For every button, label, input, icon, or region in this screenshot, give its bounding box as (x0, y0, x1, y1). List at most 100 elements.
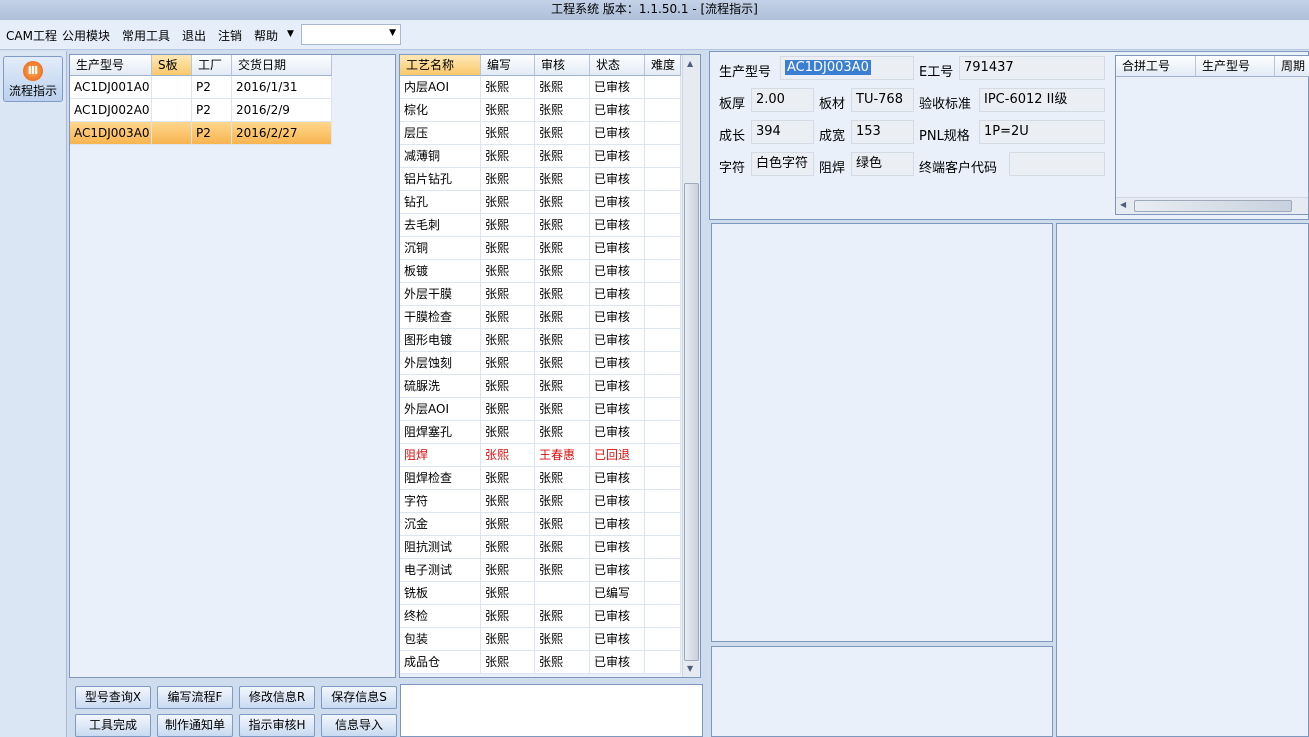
table-cell[interactable]: 已审核 (590, 306, 645, 329)
table-cell[interactable]: P2 (192, 122, 232, 145)
col-author[interactable]: 编写 (481, 55, 535, 76)
table-cell[interactable]: 阻焊检查 (400, 467, 481, 490)
table-cell[interactable]: 张熙 (481, 651, 535, 674)
table-row[interactable]: 板镀 张熙 张熙 已审核 (400, 260, 681, 283)
table-cell[interactable]: 张熙 (535, 237, 590, 260)
table-row[interactable]: 去毛刺 张熙 张熙 已审核 (400, 214, 681, 237)
length-field[interactable]: 394 (751, 120, 814, 144)
table-cell[interactable] (645, 191, 681, 214)
col-merge-model[interactable]: 生产型号 (1196, 56, 1275, 77)
table-cell[interactable]: 已审核 (590, 168, 645, 191)
table-cell[interactable]: 张熙 (481, 99, 535, 122)
menu-overflow-arrow-icon[interactable]: ▼ (287, 29, 294, 39)
character-field[interactable]: 白色字符 (751, 152, 814, 176)
table-cell[interactable]: 2016/1/31 (232, 76, 332, 99)
table-cell[interactable]: 已审核 (590, 99, 645, 122)
table-cell[interactable] (645, 352, 681, 375)
table-cell[interactable]: AC1DJ001A0 (70, 76, 152, 99)
table-cell[interactable]: 已审核 (590, 76, 645, 99)
width-field[interactable]: 153 (851, 120, 914, 144)
table-row[interactable]: AC1DJ001A0 P2 2016/1/31 (70, 76, 332, 99)
table-cell[interactable] (645, 99, 681, 122)
col-delivery-date[interactable]: 交货日期 (232, 55, 332, 76)
table-cell[interactable]: 已审核 (590, 283, 645, 306)
table-cell[interactable]: 张熙 (481, 237, 535, 260)
table-cell[interactable]: 张熙 (481, 260, 535, 283)
table-cell[interactable]: 张熙 (535, 651, 590, 674)
table-cell[interactable] (152, 122, 192, 145)
table-cell[interactable]: 张熙 (481, 467, 535, 490)
table-cell[interactable]: 字符 (400, 490, 481, 513)
table-row[interactable]: 沉金 张熙 张熙 已审核 (400, 513, 681, 536)
table-cell[interactable] (645, 375, 681, 398)
table-cell[interactable]: 铝片钻孔 (400, 168, 481, 191)
table-cell[interactable]: 已审核 (590, 375, 645, 398)
table-cell[interactable] (645, 122, 681, 145)
table-row[interactable]: 沉铜 张熙 张熙 已审核 (400, 237, 681, 260)
table-row[interactable]: 钻孔 张熙 张熙 已审核 (400, 191, 681, 214)
table-cell[interactable] (645, 168, 681, 191)
table-cell[interactable]: 已审核 (590, 145, 645, 168)
table-row[interactable]: 阻焊塞孔 张熙 张熙 已审核 (400, 421, 681, 444)
table-cell[interactable] (645, 260, 681, 283)
table-cell[interactable]: 张熙 (535, 559, 590, 582)
menu-help[interactable]: 帮助 (254, 27, 278, 44)
table-cell[interactable]: 沉铜 (400, 237, 481, 260)
standard-field[interactable]: IPC-6012 II级 (979, 88, 1105, 112)
table-cell[interactable]: 张熙 (535, 168, 590, 191)
save-info-button[interactable]: 保存信息S (321, 686, 397, 709)
table-cell[interactable]: 张熙 (535, 421, 590, 444)
table-cell[interactable] (645, 559, 681, 582)
scroll-thumb[interactable] (684, 183, 699, 661)
table-cell[interactable]: 张熙 (481, 191, 535, 214)
table-cell[interactable] (645, 214, 681, 237)
table-cell[interactable]: 层压 (400, 122, 481, 145)
table-row[interactable]: 外层蚀刻 张熙 张熙 已审核 (400, 352, 681, 375)
table-cell[interactable]: 已审核 (590, 237, 645, 260)
menu-cam[interactable]: CAM工程 (6, 27, 57, 44)
table-cell[interactable] (645, 398, 681, 421)
table-cell[interactable] (535, 582, 590, 605)
table-cell[interactable]: 已审核 (590, 536, 645, 559)
table-cell[interactable]: 已审核 (590, 352, 645, 375)
table-cell[interactable]: 张熙 (535, 191, 590, 214)
table-row[interactable]: 干膜检查 张熙 张熙 已审核 (400, 306, 681, 329)
make-notice-button[interactable]: 制作通知单 (157, 714, 233, 737)
table-cell[interactable]: 张熙 (535, 536, 590, 559)
table-cell[interactable] (645, 605, 681, 628)
menu-logout[interactable]: 注销 (218, 27, 242, 44)
table-cell[interactable]: 沉金 (400, 513, 481, 536)
col-s-board[interactable]: S板 (152, 55, 192, 76)
col-merge-number[interactable]: 合拼工号 (1116, 56, 1196, 77)
merge-hscrollbar[interactable]: ◀ (1116, 197, 1308, 214)
table-row[interactable]: 铝片钻孔 张熙 张熙 已审核 (400, 168, 681, 191)
table-cell[interactable]: 张熙 (481, 536, 535, 559)
table-cell[interactable]: 张熙 (481, 352, 535, 375)
table-cell[interactable]: 2016/2/27 (232, 122, 332, 145)
table-row[interactable]: 外层AOI 张熙 张熙 已审核 (400, 398, 681, 421)
table-cell[interactable]: 王春惠 (535, 444, 590, 467)
table-cell[interactable]: 张熙 (481, 398, 535, 421)
col-merge-period[interactable]: 周期 (1275, 56, 1309, 77)
table-cell[interactable]: 阻焊 (400, 444, 481, 467)
table-cell[interactable]: 张熙 (535, 490, 590, 513)
col-model[interactable]: 生产型号 (70, 55, 152, 76)
table-row[interactable]: 成品仓 张熙 张熙 已审核 (400, 651, 681, 674)
table-cell[interactable]: 去毛刺 (400, 214, 481, 237)
table-cell[interactable]: 张熙 (535, 375, 590, 398)
table-cell[interactable]: 已审核 (590, 191, 645, 214)
table-cell[interactable] (645, 467, 681, 490)
table-cell[interactable]: P2 (192, 76, 232, 99)
table-cell[interactable]: 阻抗测试 (400, 536, 481, 559)
table-row[interactable]: 字符 张熙 张熙 已审核 (400, 490, 681, 513)
table-cell[interactable]: 张熙 (481, 513, 535, 536)
table-cell[interactable]: 张熙 (535, 398, 590, 421)
table-cell[interactable] (645, 490, 681, 513)
table-cell[interactable] (645, 329, 681, 352)
table-cell[interactable] (645, 628, 681, 651)
table-cell[interactable]: 铣板 (400, 582, 481, 605)
table-cell[interactable] (645, 145, 681, 168)
note-textarea[interactable] (400, 684, 703, 737)
table-cell[interactable] (152, 99, 192, 122)
table-cell[interactable]: 已审核 (590, 122, 645, 145)
